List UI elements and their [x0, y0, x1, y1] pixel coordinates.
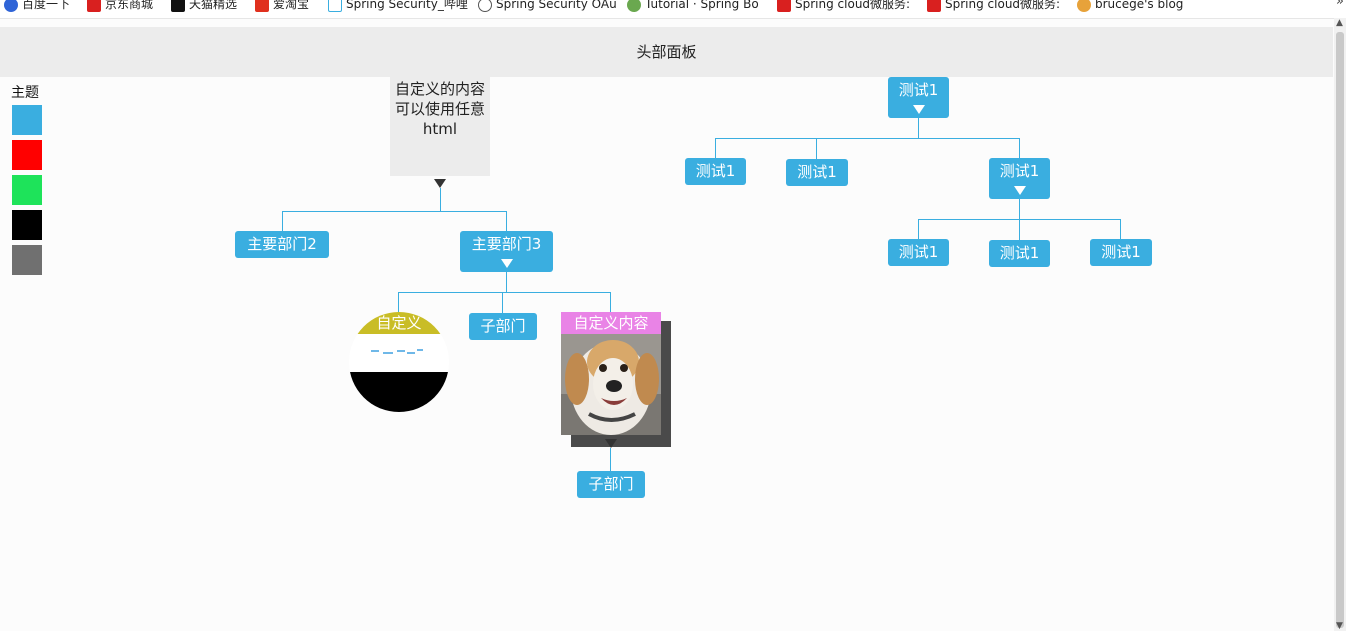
- bilibili-icon: [328, 0, 342, 12]
- connector-line: [506, 211, 507, 231]
- connector-line: [506, 272, 507, 292]
- header-title: 头部面板: [636, 43, 697, 61]
- scroll-down-icon[interactable]: ▼: [1336, 621, 1343, 631]
- theme-swatch-green[interactable]: [12, 175, 42, 205]
- spring-leaf-icon: [627, 0, 641, 12]
- bookmark-tutorial-spring[interactable]: Tutorial · Spring Bo: [627, 0, 765, 12]
- theme-swatch-black[interactable]: [12, 210, 42, 240]
- expand-toggle-icon[interactable]: [1013, 186, 1026, 195]
- connector-line: [282, 211, 283, 232]
- csdn-icon: [777, 0, 791, 12]
- org-root-custom-node[interactable]: 自定义的内容可以使用任意html: [390, 77, 490, 176]
- header-panel: 头部面板: [0, 27, 1333, 77]
- org-node-test-root[interactable]: 测试1: [888, 77, 949, 118]
- connector-line: [282, 211, 507, 212]
- connector-line: [816, 138, 817, 159]
- org-node-sub1[interactable]: 子部门: [469, 313, 537, 340]
- connector-line: [610, 292, 611, 312]
- org-node-sub2[interactable]: 子部门: [577, 471, 645, 498]
- bookmark-tmall[interactable]: 天猫精选: [171, 0, 249, 12]
- loading-dash: [383, 352, 393, 354]
- org-node-test-l1-b[interactable]: 测试1: [786, 159, 848, 186]
- expand-toggle-icon[interactable]: [500, 259, 513, 268]
- theme-swatch-blue[interactable]: [12, 105, 42, 135]
- csdn-icon: [927, 0, 941, 12]
- scroll-up-icon[interactable]: ▲: [1336, 18, 1343, 28]
- dog-photo: [561, 334, 661, 435]
- connector-line: [1019, 199, 1020, 219]
- bookmark-spring-cloud-1[interactable]: Spring cloud微服务:: [777, 0, 914, 12]
- scrollbar-thumb[interactable]: [1336, 32, 1344, 628]
- org-node-custom-circle[interactable]: 自定义: [349, 312, 449, 412]
- photo-node-title: 自定义内容: [561, 312, 661, 334]
- github-icon: [478, 0, 492, 12]
- circle-node-footer: [349, 372, 449, 412]
- loading-dash: [417, 349, 423, 351]
- vertical-scrollbar[interactable]: ▲ ▼: [1334, 18, 1346, 631]
- connector-line: [715, 138, 716, 158]
- org-node-test-l1-c[interactable]: 测试1: [989, 158, 1050, 199]
- connector-line: [610, 448, 611, 472]
- org-node-test-l1-a[interactable]: 测试1: [685, 158, 746, 185]
- connector-line: [1019, 138, 1020, 158]
- connector-line: [918, 118, 919, 138]
- theme-swatch-gray[interactable]: [12, 245, 42, 275]
- bookmark-spring-security-oauth[interactable]: Spring Security OAu: [478, 0, 616, 12]
- bookmark-jd[interactable]: 京东商城: [87, 0, 165, 12]
- org-node-test-l2-c[interactable]: 测试1: [1090, 239, 1152, 266]
- circle-node-title: 自定义: [349, 312, 449, 334]
- connector-line: [440, 188, 441, 211]
- bookmark-spring-cloud-2[interactable]: Spring cloud微服务:: [927, 0, 1064, 12]
- bookmark-brucege-blog[interactable]: brucege's blog: [1077, 0, 1197, 12]
- org-node-dept2[interactable]: 主要部门2: [235, 231, 329, 258]
- collapse-toggle-icon[interactable]: [434, 179, 446, 188]
- bookmarks-more-button[interactable]: »: [1336, 0, 1344, 8]
- taobao-icon: [255, 0, 269, 12]
- bookmarks-bar: 百度一下 京东商城 天猫精选 爱淘宝 Spring Security_哔哩 Sp…: [0, 0, 1346, 19]
- expand-toggle-icon[interactable]: [912, 105, 925, 114]
- baidu-icon: [4, 0, 18, 12]
- jd-icon: [87, 0, 101, 12]
- bookmark-spring-security-bili[interactable]: Spring Security_哔哩: [328, 0, 468, 12]
- org-node-test-l2-b[interactable]: 测试1: [989, 240, 1050, 267]
- connector-line: [1120, 219, 1121, 240]
- connector-line: [502, 292, 503, 313]
- blog-icon: [1077, 0, 1091, 12]
- loading-dash: [407, 352, 415, 354]
- org-node-photo[interactable]: 自定义内容: [561, 312, 661, 435]
- bookmark-baidu[interactable]: 百度一下: [4, 0, 82, 12]
- loading-dash: [397, 350, 405, 352]
- connector-line: [398, 292, 610, 293]
- collapse-toggle-icon[interactable]: [605, 439, 617, 448]
- loading-icon: [371, 350, 379, 352]
- connector-line: [398, 292, 399, 312]
- connector-line: [1019, 219, 1020, 240]
- tmall-icon: [171, 0, 185, 12]
- connector-line: [918, 219, 919, 239]
- org-root-content: 自定义的内容可以使用任意html: [394, 80, 485, 138]
- theme-label: 主题: [11, 85, 39, 101]
- org-node-dept3[interactable]: 主要部门3: [460, 231, 553, 272]
- connector-line: [715, 138, 1020, 139]
- org-node-test-l2-a[interactable]: 测试1: [888, 239, 949, 266]
- bookmark-aitaobao[interactable]: 爱淘宝: [255, 0, 323, 12]
- theme-swatch-red[interactable]: [12, 140, 42, 170]
